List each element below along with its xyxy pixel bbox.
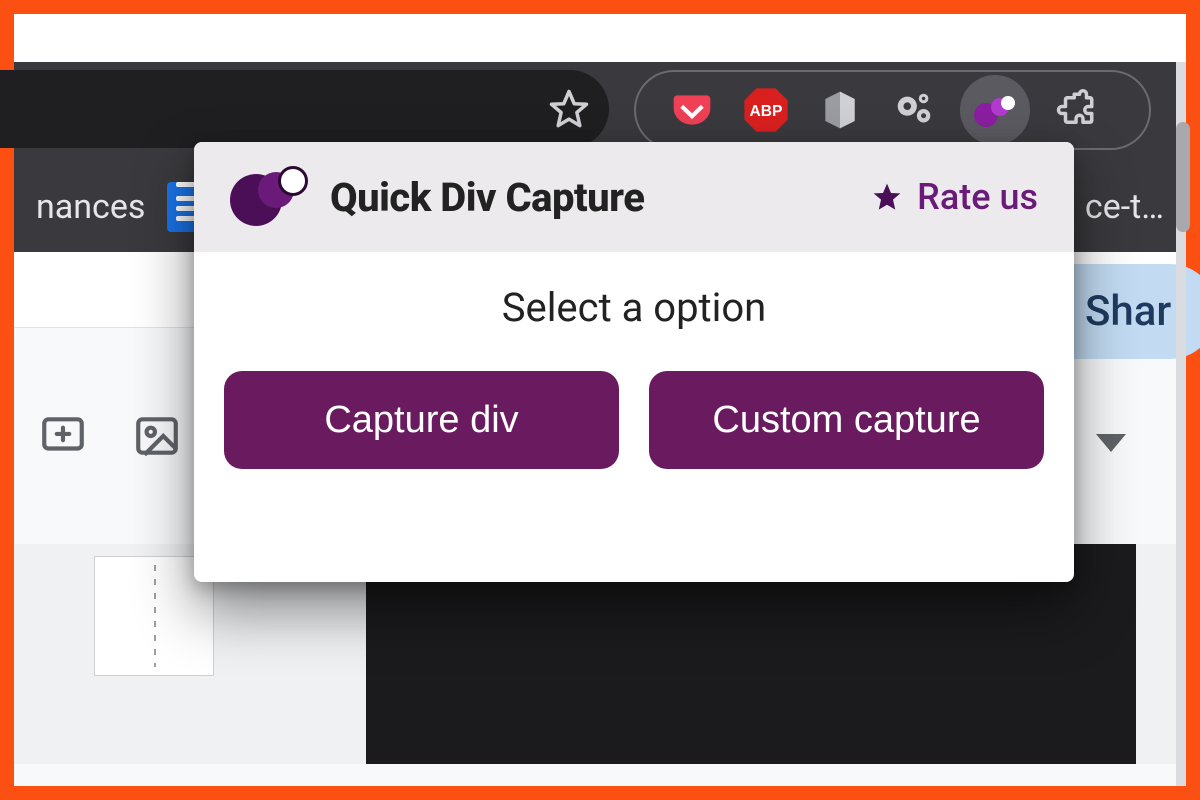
screenshot-frame: ABP	[0, 0, 1200, 800]
image-insert-icon[interactable]	[130, 409, 184, 463]
popup-header: Quick Div Capture Rate us	[194, 142, 1074, 252]
rate-us-label: Rate us	[917, 176, 1038, 218]
popup-prompt: Select a option	[502, 284, 767, 331]
quick-div-capture-logo-icon	[230, 168, 310, 226]
gears-extension-icon[interactable]	[886, 82, 942, 138]
svg-text:ABP: ABP	[750, 103, 783, 120]
quick-div-capture-extension-icon[interactable]	[960, 75, 1030, 145]
share-label: Shar	[1085, 287, 1171, 336]
dropdown-chevron-icon[interactable]	[1096, 434, 1126, 452]
extensions-puzzle-icon[interactable]	[1048, 82, 1104, 138]
address-bar[interactable]	[0, 70, 609, 148]
bookmark-text: ce-t…	[1085, 187, 1164, 227]
popup-button-row: Capture div Custom capture	[224, 371, 1044, 469]
office-extension-icon[interactable]	[812, 82, 868, 138]
popup-title: Quick Div Capture	[330, 174, 644, 221]
popup-body: Select a option Capture div Custom captu…	[194, 252, 1074, 582]
bookmark-item-right[interactable]: ce-t…	[1085, 187, 1164, 227]
star-filled-icon	[871, 181, 903, 213]
bookmark-text: nances	[36, 187, 145, 227]
capture-div-button[interactable]: Capture div	[224, 371, 619, 469]
rate-us-link[interactable]: Rate us	[871, 176, 1038, 218]
extensions-pill: ABP	[634, 70, 1151, 150]
abp-extension-icon[interactable]: ABP	[738, 82, 794, 138]
browser-scroll-thumb[interactable]	[1176, 122, 1190, 232]
comment-insert-icon[interactable]	[36, 409, 90, 463]
browser-scroll-track[interactable]	[1176, 62, 1186, 786]
custom-capture-button[interactable]: Custom capture	[649, 371, 1044, 469]
pocket-extension-icon[interactable]	[664, 82, 720, 138]
extension-popup: Quick Div Capture Rate us Select a optio…	[194, 142, 1074, 582]
bookmark-item-left[interactable]: nances	[36, 182, 209, 232]
bookmark-star-icon[interactable]	[547, 87, 591, 131]
docs-toolbar-fragment	[36, 409, 184, 463]
